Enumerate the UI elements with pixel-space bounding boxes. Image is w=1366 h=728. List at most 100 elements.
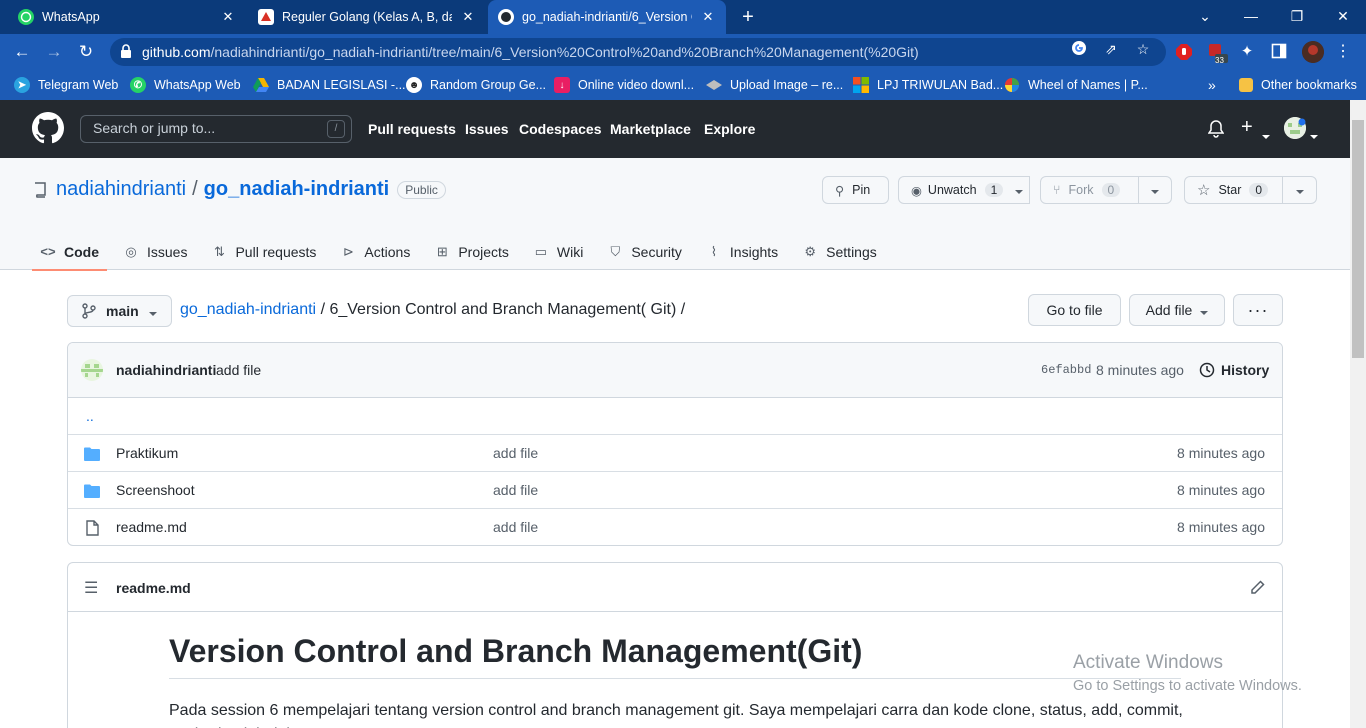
go-to-file-button[interactable]: Go to file	[1028, 294, 1121, 326]
search-input[interactable]: Search or jump to... /	[80, 115, 352, 143]
bookmark-star-icon[interactable]: ☆	[1134, 40, 1152, 58]
extension-counter-icon[interactable]: 33	[1208, 43, 1228, 65]
tab-projects[interactable]: ⊞ Projects	[426, 234, 517, 270]
tab-pull-requests[interactable]: ⇅ Pull requests	[203, 234, 324, 270]
unwatch-button[interactable]: ◉ Unwatch 1	[898, 176, 1030, 204]
bookmark-wheel-of-names[interactable]: Wheel of Names | P...	[1004, 76, 1148, 94]
file-name[interactable]: Praktikum	[116, 445, 178, 461]
tab-issues[interactable]: ◎ Issues	[115, 234, 195, 270]
commit-hash[interactable]: 6efabbd	[1041, 363, 1091, 377]
minimize-button[interactable]: —	[1228, 0, 1274, 34]
parent-dir-link[interactable]: ..	[86, 408, 94, 424]
page-scrollbar[interactable]	[1350, 100, 1366, 728]
close-tab-icon[interactable]: ✕	[460, 9, 476, 25]
parent-dir-row[interactable]: ..	[68, 398, 1282, 435]
pencil-edit-icon[interactable]	[1250, 580, 1265, 595]
file-row[interactable]: Praktikum add file 8 minutes ago	[68, 435, 1282, 472]
readme-heading: Version Control and Branch Management(Gi…	[169, 633, 1181, 679]
more-bookmarks-icon[interactable]: »	[1208, 76, 1216, 94]
profile-avatar[interactable]	[1302, 41, 1324, 63]
scrollbar-thumb[interactable]	[1352, 120, 1364, 358]
file-commit-message[interactable]: add file	[493, 519, 538, 535]
tab-settings[interactable]: ⚙ Settings	[794, 234, 885, 270]
notifications-bell-icon[interactable]	[1207, 120, 1225, 143]
fork-button[interactable]: ⑂ Fork 0	[1040, 176, 1139, 204]
fork-count: 0	[1101, 183, 1121, 197]
visibility-badge: Public	[397, 180, 446, 199]
extension-badge: 33	[1215, 56, 1224, 65]
chevron-down-icon	[1151, 183, 1159, 197]
close-window-button[interactable]: ✕	[1320, 0, 1366, 34]
google-translate-icon[interactable]	[1070, 40, 1088, 58]
star-dropdown-button[interactable]	[1282, 176, 1317, 204]
nav-pull-requests[interactable]: Pull requests	[368, 121, 456, 137]
maximize-button[interactable]: ❐	[1274, 0, 1320, 34]
github-logo-icon[interactable]	[32, 112, 64, 144]
create-new-icon[interactable]: +	[1241, 116, 1253, 139]
side-panel-icon[interactable]	[1270, 43, 1288, 61]
nav-codespaces[interactable]: Codespaces	[519, 121, 601, 137]
pin-button[interactable]: ⚲ Pin	[822, 176, 889, 204]
browser-tab-whatsapp[interactable]: WhatsApp ✕	[8, 0, 246, 34]
history-link[interactable]: History	[1199, 362, 1269, 378]
table-icon: ⊞	[436, 244, 448, 259]
bookmark-whatsapp[interactable]: ✆ WhatsApp Web	[130, 76, 241, 94]
file-name[interactable]: readme.md	[116, 519, 187, 535]
tab-insights[interactable]: ⌇ Insights	[698, 234, 786, 270]
browser-menu-icon[interactable]: ⋮	[1334, 43, 1352, 61]
readme-panel: ☰ readme.md Version Control and Branch M…	[67, 562, 1283, 728]
repo-name-link[interactable]: go_nadiah-indrianti	[204, 178, 390, 201]
reload-icon[interactable]: ↻	[74, 40, 98, 64]
new-tab-button[interactable]: +	[738, 4, 758, 30]
tab-actions[interactable]: ⊳ Actions	[332, 234, 418, 270]
bookmark-video-downloader[interactable]: ↓ Online video downl...	[554, 76, 694, 94]
list-icon[interactable]: ☰	[84, 578, 98, 598]
extensions-puzzle-icon[interactable]: ✦	[1238, 43, 1256, 61]
branch-select-button[interactable]: main	[67, 295, 172, 327]
other-bookmarks[interactable]: Other bookmarks	[1239, 76, 1357, 94]
user-avatar[interactable]	[1284, 117, 1306, 139]
readme-filename[interactable]: readme.md	[116, 580, 191, 596]
file-row[interactable]: readme.md add file 8 minutes ago	[68, 509, 1282, 545]
adblock-icon[interactable]	[1175, 43, 1193, 61]
file-name[interactable]: Screenshoot	[116, 482, 195, 498]
fork-dropdown-button[interactable]	[1138, 176, 1172, 204]
tab-security[interactable]: ⛉ Security	[599, 234, 690, 270]
bookmark-upload-image[interactable]: Upload Image – re...	[706, 76, 843, 94]
file-commit-message[interactable]: add file	[493, 482, 538, 498]
forward-icon[interactable]: →	[42, 40, 66, 64]
more-options-button[interactable]: ···	[1233, 294, 1283, 326]
commit-author-avatar[interactable]	[81, 359, 103, 381]
add-file-button[interactable]: Add file	[1129, 294, 1225, 326]
close-tab-icon[interactable]: ✕	[700, 9, 716, 25]
commit-message[interactable]: add file	[216, 362, 261, 378]
file-commit-message[interactable]: add file	[493, 445, 538, 461]
bookmark-telegram[interactable]: ➤ Telegram Web	[14, 76, 118, 94]
tab-search-icon[interactable]: ⌄	[1182, 0, 1228, 34]
breadcrumb-repo-link[interactable]: go_nadiah-indrianti	[180, 301, 316, 318]
close-tab-icon[interactable]: ✕	[220, 9, 236, 25]
bookmark-random-group[interactable]: ☻ Random Group Ge...	[406, 76, 546, 94]
nav-marketplace[interactable]: Marketplace	[610, 121, 691, 137]
repo-owner-link[interactable]: nadiahindrianti	[56, 178, 186, 201]
file-row[interactable]: Screenshoot add file 8 minutes ago	[68, 472, 1282, 509]
url-input[interactable]: github.com/nadiahindrianti/go_nadiah-ind…	[110, 38, 1166, 66]
tab-wiki[interactable]: ▭ Wiki	[525, 234, 591, 270]
url-path: /nadiahindrianti/go_nadiah-indrianti/tre…	[210, 44, 919, 60]
bookmark-label: Telegram Web	[38, 78, 119, 92]
share-icon[interactable]: ⇗	[1102, 40, 1120, 58]
bookmark-badan-legislasi[interactable]: BADAN LEGISLASI -...	[253, 76, 406, 94]
browser-tab-github[interactable]: go_nadiah-indrianti/6_Version Co ✕	[488, 0, 726, 34]
nav-explore[interactable]: Explore	[704, 121, 755, 137]
tab-title: WhatsApp	[42, 10, 100, 24]
chevron-down-icon	[1262, 126, 1270, 144]
commit-author[interactable]: nadiahindrianti	[116, 362, 216, 378]
star-button[interactable]: ☆ Star 0	[1184, 176, 1283, 204]
bookmark-lpj-triwulan[interactable]: LPJ TRIWULAN Bad...	[853, 76, 1003, 94]
nav-issues[interactable]: Issues	[465, 121, 509, 137]
tab-code[interactable]: <> Code	[32, 234, 107, 271]
back-icon[interactable]: ←	[10, 40, 34, 64]
star-count: 0	[1249, 183, 1269, 197]
tab-label: Wiki	[556, 244, 584, 260]
browser-tab-drive[interactable]: Reguler Golang (Kelas A, B, dan C ✕	[248, 0, 486, 34]
